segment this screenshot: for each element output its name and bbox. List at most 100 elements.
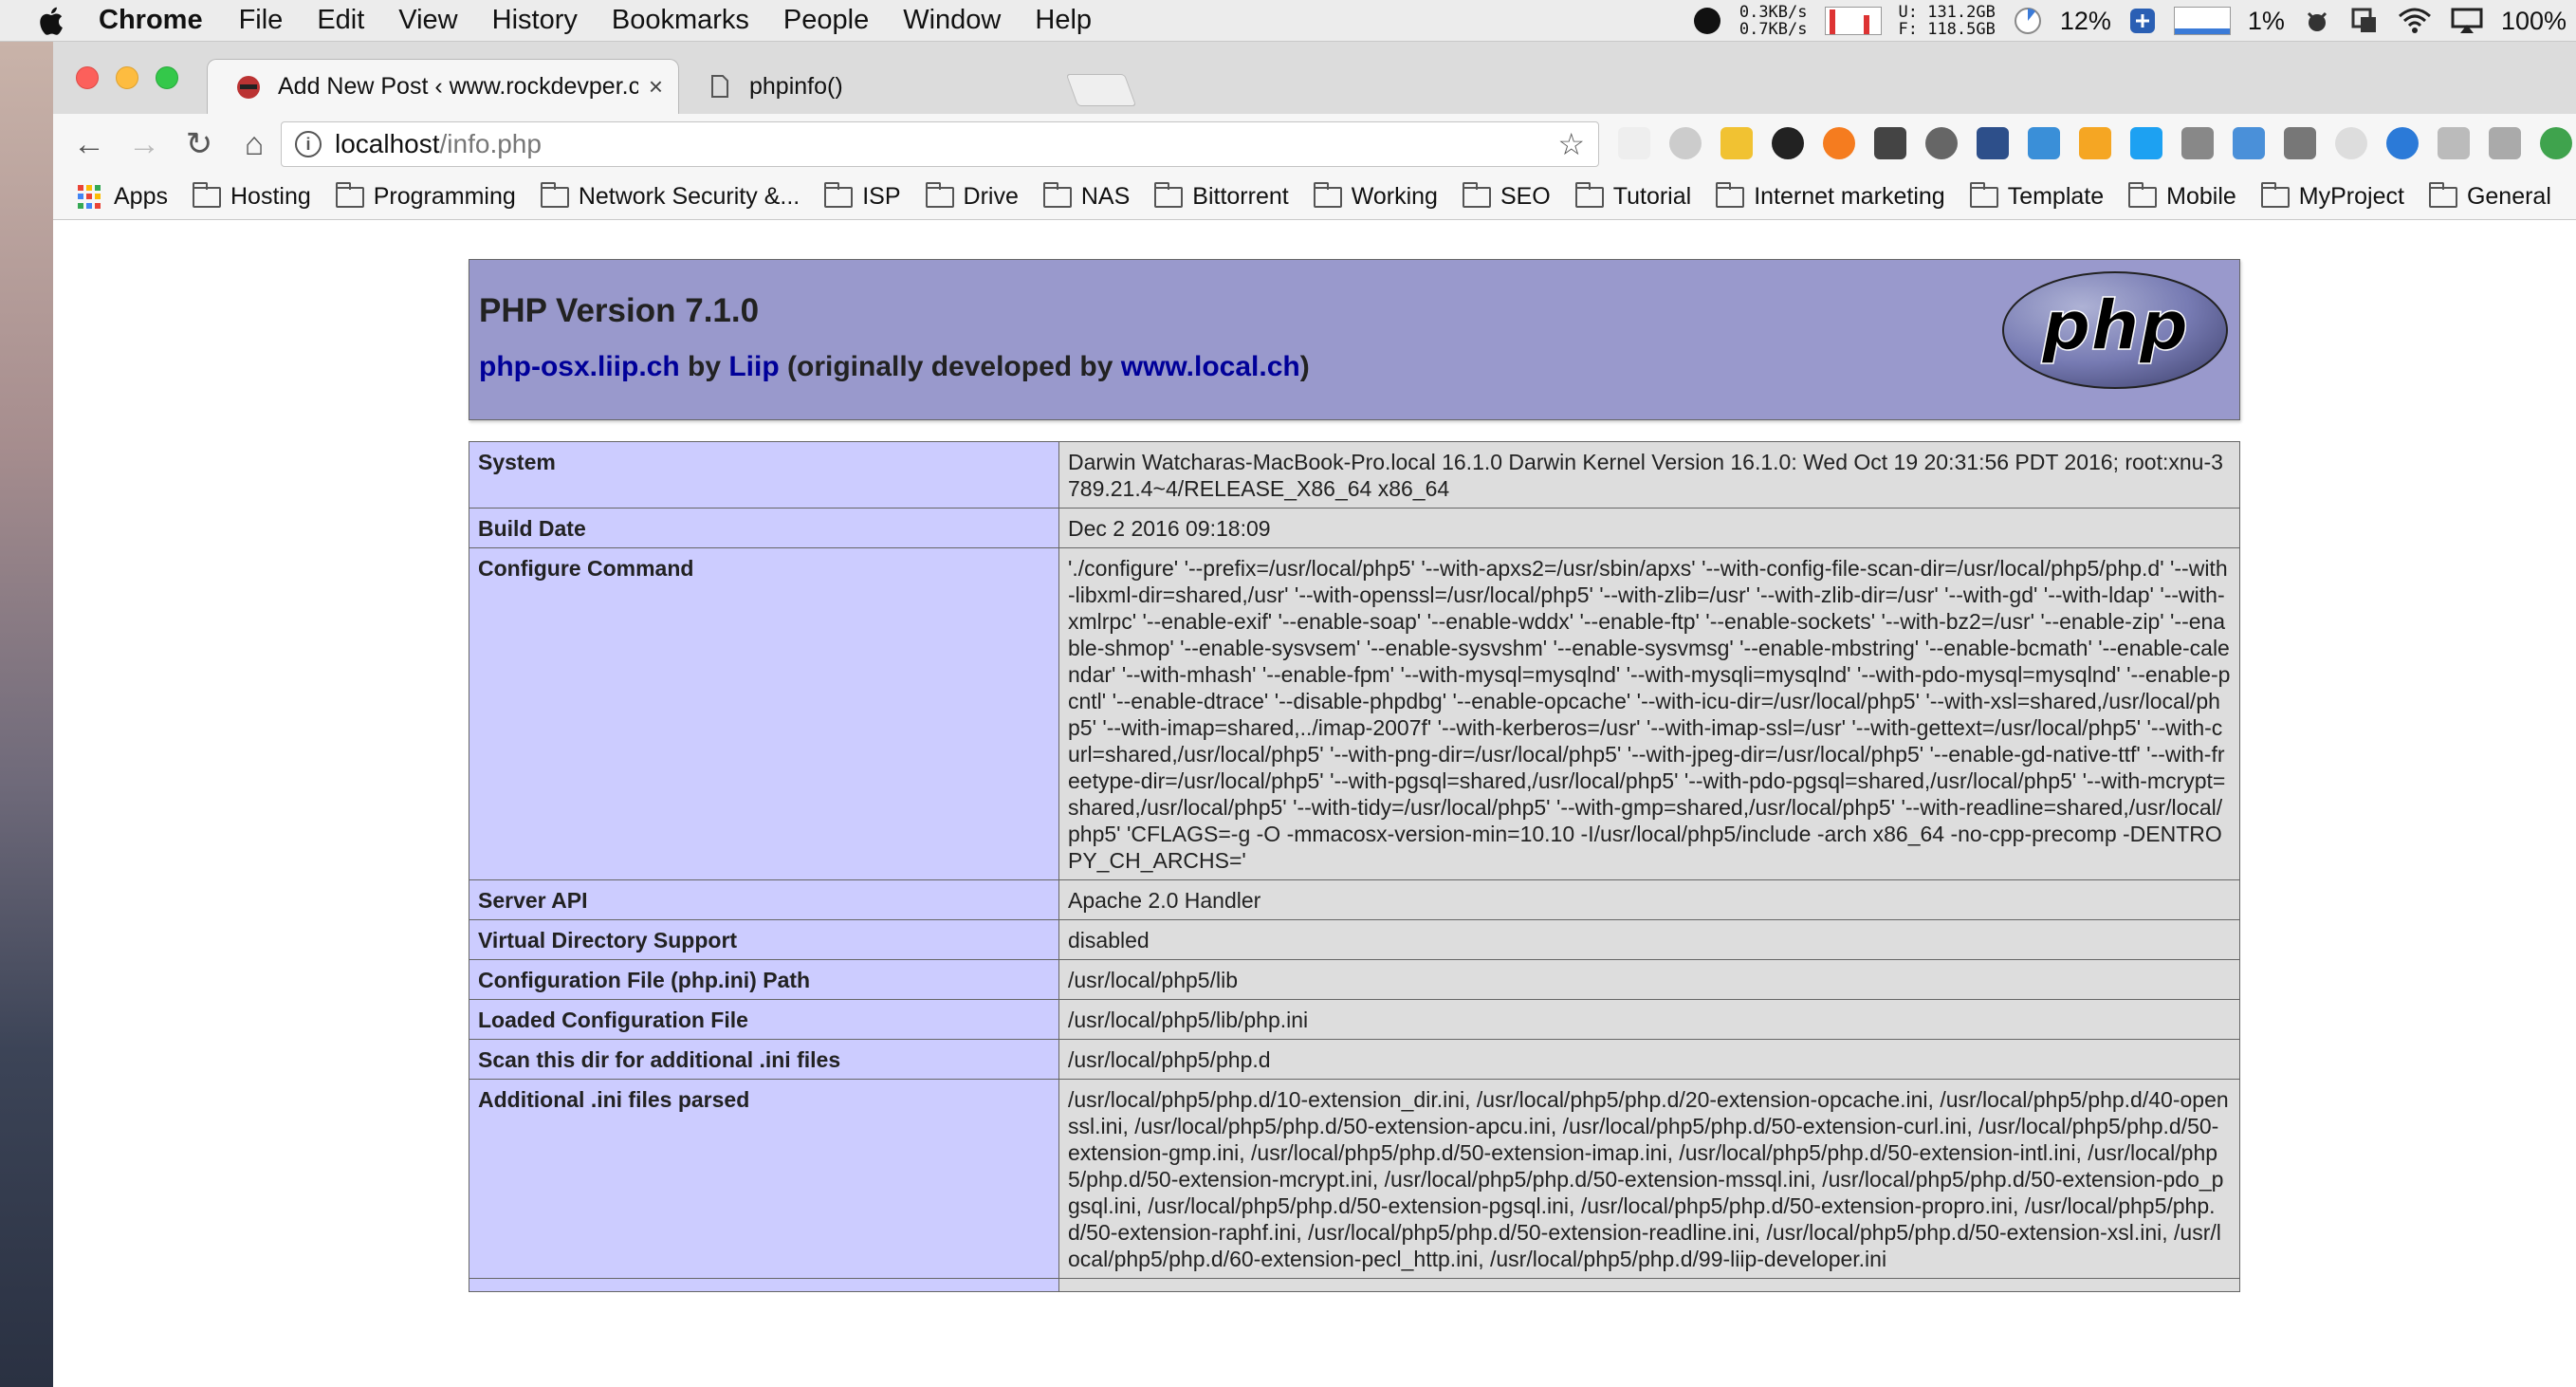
bug-app-icon[interactable] [2302,6,2332,36]
link-liip[interactable]: Liip [728,351,779,382]
site-info-icon[interactable]: i [295,131,322,157]
bookmark-folder[interactable]: SEO [1462,181,1551,211]
menu-people[interactable]: People [783,5,869,36]
address-bar[interactable]: i localhost/info.php ☆ [281,121,1599,167]
hand-extension-icon[interactable] [1720,127,1753,159]
menu-app-chrome[interactable]: Chrome [99,5,203,36]
spy-extension-icon[interactable] [1874,127,1906,159]
bookmark-folder[interactable]: General [2428,181,2551,211]
bookmark-folder[interactable]: Internet marketing [1716,181,1945,211]
menu-history[interactable]: History [492,5,578,36]
orange-extension-icon[interactable] [1823,127,1855,159]
network-graph-icon[interactable] [1824,7,1882,35]
sync-icon[interactable] [2128,7,2157,35]
airplay-icon[interactable] [2450,7,2484,35]
network-speed-monitor[interactable]: 0.3KB/s 0.7KB/s [1739,4,1808,38]
bookmark-folder[interactable]: MyProject [2260,181,2404,211]
tab-add-new-post[interactable]: Add New Post ‹ www.rockdevper.com — Word… [207,59,679,114]
page-favicon-icon [711,75,728,98]
setting-value [1058,1278,2240,1292]
folder-icon [1716,181,1745,208]
bookmark-folder[interactable]: Working [1313,181,1438,211]
star-extension-icon[interactable] [2386,127,2419,159]
folder-icon [2428,181,2457,208]
chart-extension-icon[interactable] [2079,127,2111,159]
dark-circle-status-icon[interactable] [1692,6,1722,36]
reload-button[interactable]: ↻ [180,125,218,163]
bookmark-folder[interactable]: Drive [925,181,1019,211]
screen-extension-icon[interactable] [2233,127,2265,159]
bug-extension-icon[interactable] [2284,127,2316,159]
hex-extension-icon[interactable] [2181,127,2214,159]
disk-usage-monitor[interactable]: U: 131.2GB F: 118.5GB [1899,4,1996,38]
bookmark-label: Apps [114,183,168,210]
link-php-osx[interactable]: php-osx.liip.ch [479,351,680,382]
extension-bar [1618,127,2572,159]
bookmark-folder[interactable]: Programming [335,181,516,211]
evernote-extension-icon[interactable] [2438,127,2470,159]
setting-name: Virtual Directory Support [469,919,1059,960]
window-manager-icon[interactable] [2349,6,2380,36]
apps-grid-icon [78,184,102,210]
menu-view[interactable]: View [398,5,457,36]
cpu-percent: 12% [2059,6,2111,35]
bookmark-folder[interactable]: NAS [1042,181,1130,211]
menu-file[interactable]: File [239,5,284,36]
bookmark-folder[interactable]: Hosting [192,181,311,211]
apple-icon[interactable] [34,3,70,39]
bookmark-folder[interactable]: Network Security &... [540,181,800,211]
bookmark-folder[interactable]: Bittorrent [1154,181,1289,211]
bookmark-folder[interactable]: Template [1969,181,2104,211]
menu-bookmarks[interactable]: Bookmarks [612,5,749,36]
folder-icon [335,181,364,208]
folder-icon [1574,181,1604,208]
memory-graph-icon[interactable] [2173,7,2231,35]
tab-strip: Add New Post ‹ www.rockdevper.com — Word… [53,42,2576,114]
menu-help[interactable]: Help [1035,5,1092,36]
bookmark-label: MyProject [2298,183,2404,210]
ring-extension-icon[interactable] [2335,127,2367,159]
bookmark-apps[interactable]: Apps [78,183,168,211]
speed-extension-icon[interactable] [1772,127,1804,159]
setting-name: Scan this dir for additional .ini files [469,1039,1059,1080]
bookmark-folder[interactable]: ISP [824,181,901,211]
setting-name: Server API [469,879,1059,920]
minimize-window-button[interactable] [116,66,138,89]
grey-ball-extension-icon[interactable] [1669,127,1702,159]
tab-phpinfo[interactable]: phpinfo() × [641,59,1115,114]
gear-extension-icon[interactable] [1925,127,1958,159]
bookmark-folder[interactable]: Tutorial [1574,181,1691,211]
setting-value: /usr/local/php5/lib [1058,959,2240,1000]
printer-extension-icon[interactable] [1977,127,2009,159]
bookmark-folder[interactable]: Mobile [2128,181,2236,211]
forward-button[interactable]: → [125,125,163,163]
folder-icon [1154,181,1184,208]
new-tab-button[interactable] [1065,74,1137,106]
link-local-ch[interactable]: www.local.ch [1121,351,1300,382]
menu-edit[interactable]: Edit [317,5,364,36]
wifi-icon[interactable] [2397,7,2433,35]
network-upload-speed: 0.3KB/s [1739,3,1808,22]
bookmark-label: Internet marketing [1754,183,1945,210]
table-row: Build Date Dec 2 2016 09:18:09 [469,508,2240,548]
check-extension-icon[interactable] [2028,127,2060,159]
menu-window[interactable]: Window [903,5,1001,36]
php-logo-icon[interactable]: php [2000,269,2230,391]
zoom-window-button[interactable] [156,66,178,89]
close-window-button[interactable] [76,66,99,89]
setting-value: './configure' '--prefix=/usr/local/php5'… [1058,547,2240,880]
folder-icon [1969,181,1998,208]
folder-icon [2260,181,2290,208]
twitter-extension-icon[interactable] [2130,127,2162,159]
angular-extension-icon[interactable] [2489,127,2521,159]
bookmark-star-icon[interactable]: ☆ [1557,126,1585,162]
setting-value: Apache 2.0 Handler [1058,879,2240,920]
green-dot-extension-icon[interactable] [2540,127,2572,159]
back-button[interactable]: ← [70,125,108,163]
cpu-pie-icon[interactable] [2013,6,2043,36]
bookmark-label: Mobile [2166,183,2236,210]
setting-name: Build Date [469,508,1059,548]
lightning-extension-icon[interactable] [1618,127,1650,159]
home-button[interactable]: ⌂ [235,125,273,163]
bookmark-label: Bittorrent [1192,183,1289,210]
